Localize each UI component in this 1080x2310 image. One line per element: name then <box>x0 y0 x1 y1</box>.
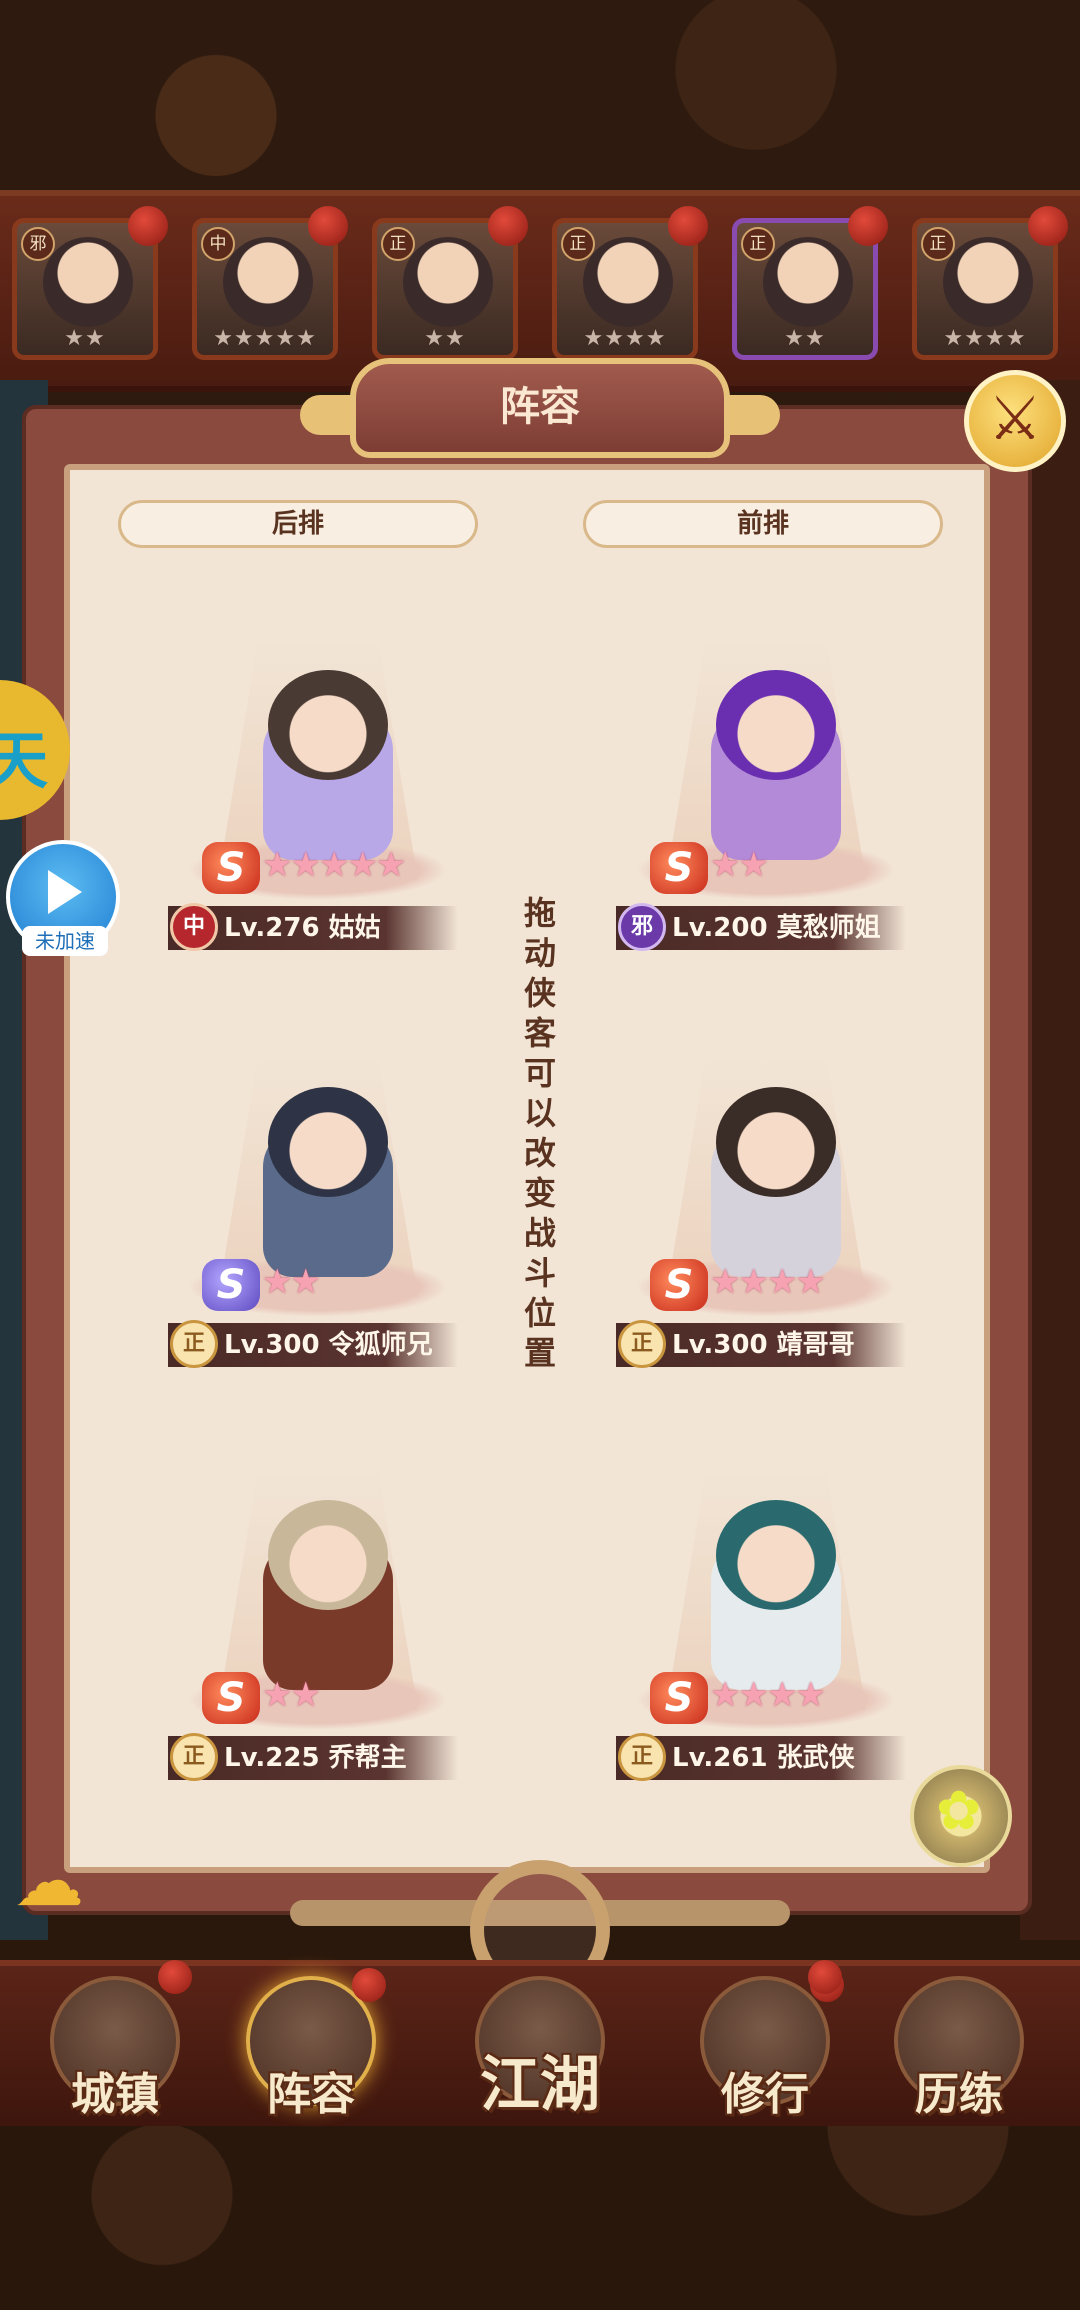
faction-badge: 正 <box>170 1733 218 1781</box>
side-badge-label: 天 <box>0 724 49 797</box>
hero-head <box>268 1500 388 1610</box>
faction-badge: 正 <box>561 227 595 261</box>
hero-slot-front-3[interactable]: S ★★★★ Lv.261 张武侠 正 <box>616 1470 916 1790</box>
star-rating: ★★★★★ <box>262 845 406 885</box>
faction-badge: 正 <box>170 1320 218 1368</box>
speed-button[interactable]: 未加速 <box>6 840 120 956</box>
front-row-header: 前排 <box>583 500 943 548</box>
nav-training[interactable]: 修行 <box>690 1968 844 2126</box>
star-rating: ★★★★ <box>943 326 1027 351</box>
back-row-header: 后排 <box>118 500 478 548</box>
lantern-icon <box>808 1960 842 1994</box>
nav-label: 城镇 <box>71 2069 159 2120</box>
star-rating: ★★ <box>424 326 466 351</box>
nav-label: 修行 <box>721 2069 809 2120</box>
rank-badge: S <box>202 1672 260 1724</box>
faction-badge: 邪 <box>21 227 55 261</box>
hero-level: Lv.300 <box>672 1330 768 1360</box>
lantern-icon <box>128 206 168 246</box>
hero-head <box>268 1087 388 1197</box>
faction-badge: 正 <box>741 227 775 261</box>
hero-head <box>716 670 836 780</box>
hero-slot-back-1[interactable]: S ★★★★★ Lv.276 姑姑 中 <box>168 640 468 960</box>
hero-name: 令狐师兄 <box>328 1330 433 1360</box>
nav-label: 阵容 <box>267 2069 355 2120</box>
hero-portrait <box>943 237 1033 327</box>
star-rating: ★★ <box>262 1675 321 1715</box>
crossed-swords-icon: ⚔ <box>988 384 1042 454</box>
hero-slot-front-1[interactable]: S ★★ Lv.200 莫愁师姐 邪 <box>616 640 916 960</box>
hero-head <box>268 670 388 780</box>
lantern-icon <box>308 206 348 246</box>
hero-level: Lv.261 <box>672 1743 768 1773</box>
hero-slot-back-3[interactable]: S ★★ Lv.225 乔帮主 正 <box>168 1470 468 1790</box>
rank-badge: S <box>650 842 708 894</box>
hero-name: 张武侠 <box>776 1743 855 1773</box>
faction-badge: 正 <box>921 227 955 261</box>
star-rating: ★★ <box>64 326 106 351</box>
star-rating: ★★ <box>710 845 769 885</box>
star-rating: ★★ <box>784 326 826 351</box>
hero-level: Lv.276 <box>224 913 320 943</box>
faction-badge: 正 <box>618 1733 666 1781</box>
close-button[interactable]: ⚔ <box>964 370 1066 472</box>
nav-label: 江湖 <box>480 2050 600 2120</box>
faction-badge: 中 <box>201 227 235 261</box>
hero-level: Lv.225 <box>224 1743 320 1773</box>
panel-title: 阵容 <box>350 358 730 458</box>
rank-badge: S <box>650 1672 708 1724</box>
lantern-icon <box>848 206 888 246</box>
hero-portrait <box>223 237 313 327</box>
lantern-icon <box>488 206 528 246</box>
faction-badge: 正 <box>618 1320 666 1368</box>
rank-badge: S <box>650 1259 708 1311</box>
nav-jianghu[interactable]: 江湖 <box>465 1976 615 2126</box>
hero-portrait <box>763 237 853 327</box>
hero-name: 姑姑 <box>328 913 381 943</box>
star-rating: ★★ <box>262 1262 321 1302</box>
hero-name: 乔帮主 <box>328 1743 407 1773</box>
notification-dot <box>352 1968 386 2002</box>
star-rating: ★★★★ <box>583 326 667 351</box>
hero-head <box>716 1087 836 1197</box>
speed-label: 未加速 <box>22 926 108 956</box>
bottom-nav: 城镇 阵容 江湖 修行 历练 <box>0 1960 1080 2126</box>
faction-badge: 正 <box>381 227 415 261</box>
rank-badge: S <box>202 842 260 894</box>
hero-name: 莫愁师姐 <box>776 913 881 943</box>
nav-formation[interactable]: 阵容 <box>236 1968 386 2126</box>
nav-label: 历练 <box>915 2069 1003 2120</box>
hero-level: Lv.200 <box>672 913 768 943</box>
star-rating: ★★★★★ <box>213 326 317 351</box>
hero-name: 靖哥哥 <box>776 1330 855 1360</box>
faction-badge: 邪 <box>618 903 666 951</box>
faction-badge: 中 <box>170 903 218 951</box>
hero-head <box>716 1500 836 1610</box>
nav-town[interactable]: 城镇 <box>40 1976 190 2126</box>
hero-slot-back-2[interactable]: S ★★ Lv.300 令狐师兄 正 <box>168 1057 468 1377</box>
star-rating: ★★★★ <box>710 1675 826 1715</box>
lantern-icon <box>158 1960 192 1994</box>
star-rating: ★★★★ <box>710 1262 826 1302</box>
flower-icon[interactable] <box>910 1765 1012 1867</box>
bottom-ornament <box>290 1860 790 2000</box>
cloud-icon: ☁ <box>14 1840 84 1922</box>
lantern-icon <box>668 206 708 246</box>
rank-badge: S <box>202 1259 260 1311</box>
hero-portrait <box>43 237 133 327</box>
drag-hint: 拖动侠客可以改变战斗位置 <box>523 894 556 1372</box>
hero-level: Lv.300 <box>224 1330 320 1360</box>
play-icon <box>48 870 82 914</box>
hero-portrait <box>583 237 673 327</box>
nav-trial[interactable]: 历练 <box>884 1976 1034 2126</box>
lantern-icon <box>1028 206 1068 246</box>
hero-portrait <box>403 237 493 327</box>
hero-slot-front-2[interactable]: S ★★★★ Lv.300 靖哥哥 正 <box>616 1057 916 1377</box>
